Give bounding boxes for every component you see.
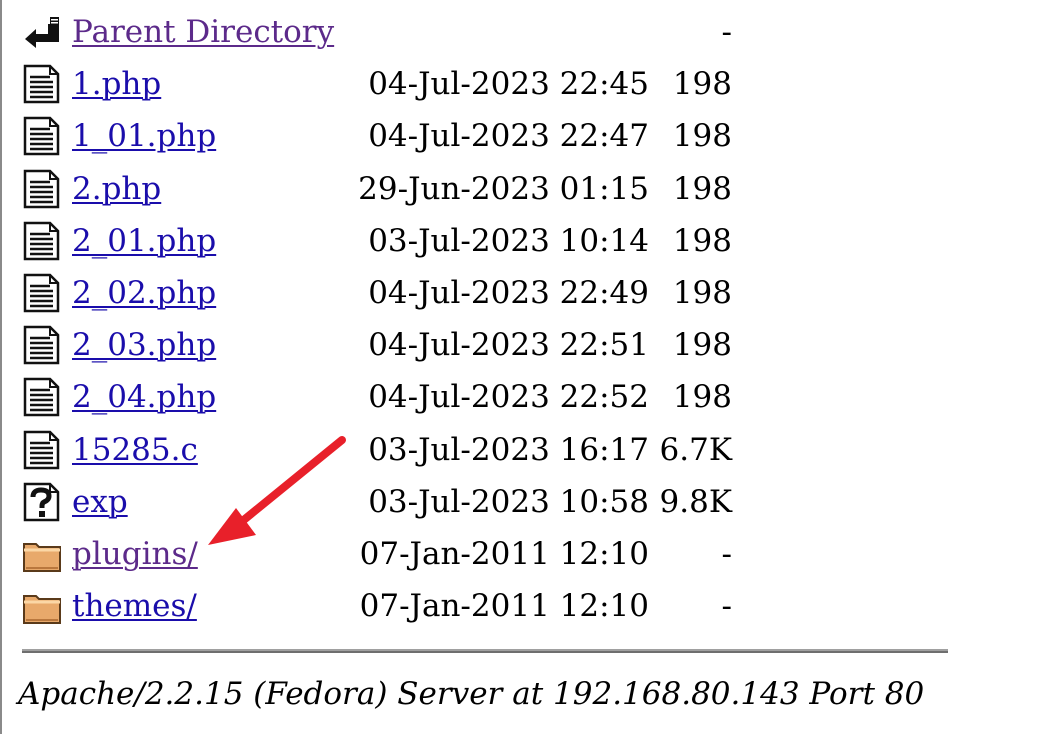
file-row: 2_02.php 04-Jul-2023 22:49 198: [22, 267, 762, 319]
file-row: 2_03.php 04-Jul-2023 22:51 198: [22, 319, 762, 371]
file-date: 04-Jul-2023 22:52: [368, 379, 649, 416]
file-link[interactable]: 1.php: [72, 64, 161, 104]
file-date: 04-Jul-2023 22:51: [368, 327, 649, 364]
folder-row: themes/ 07-Jan-2011 12:10 -: [22, 580, 762, 632]
file-row: 2_01.php 03-Jul-2023 10:14 198: [22, 215, 762, 267]
parent-directory-row: Parent Directory -: [22, 6, 762, 58]
file-size: 198: [672, 379, 732, 416]
text-file-icon: [22, 64, 62, 104]
file-link[interactable]: 2_03.php: [72, 325, 216, 365]
directory-listing: Parent Directory - 1.php 04-Jul-2023 22:…: [22, 6, 762, 632]
file-size: 198: [672, 274, 732, 311]
file-size: 6.7K: [659, 431, 732, 468]
folder-link[interactable]: plugins/: [72, 534, 198, 574]
text-file-icon: [22, 221, 62, 261]
file-size: 9.8K: [659, 483, 732, 520]
file-date: 04-Jul-2023 22:45: [368, 66, 649, 103]
file-link[interactable]: 2_04.php: [72, 377, 216, 417]
text-file-icon: [22, 377, 62, 417]
text-file-icon: [22, 273, 62, 313]
folder-link[interactable]: themes/: [72, 586, 197, 626]
file-link[interactable]: 15285.c: [72, 430, 198, 470]
folder-icon: [22, 586, 62, 626]
back-arrow-icon: [22, 12, 62, 52]
text-file-icon: [22, 116, 62, 156]
file-size: -: [721, 535, 732, 572]
file-size: 198: [672, 66, 732, 103]
file-date: 07-Jan-2011 12:10: [359, 535, 649, 572]
file-date: 03-Jul-2023 10:58: [368, 483, 649, 520]
unknown-file-icon: [22, 482, 62, 522]
file-row: 1_01.php 04-Jul-2023 22:47 198: [22, 110, 762, 162]
text-file-icon: [22, 430, 62, 470]
text-file-icon: [22, 325, 62, 365]
file-date: 04-Jul-2023 22:47: [368, 118, 649, 155]
file-link[interactable]: 2_02.php: [72, 273, 216, 313]
parent-directory-link[interactable]: Parent Directory: [72, 12, 334, 52]
folder-row: plugins/ 07-Jan-2011 12:10 -: [22, 528, 762, 580]
file-size: 198: [672, 327, 732, 364]
file-date: 03-Jul-2023 16:17: [368, 431, 649, 468]
folder-icon: [22, 534, 62, 574]
file-size: 198: [672, 118, 732, 155]
file-link[interactable]: 1_01.php: [72, 116, 216, 156]
file-link[interactable]: 2_01.php: [72, 221, 216, 261]
file-link[interactable]: 2.php: [72, 169, 161, 209]
file-link[interactable]: exp: [72, 482, 128, 522]
file-size: 198: [672, 170, 732, 207]
file-row: 15285.c 03-Jul-2023 16:17 6.7K: [22, 424, 762, 476]
file-date: 04-Jul-2023 22:49: [368, 274, 649, 311]
file-row: 2.php 29-Jun-2023 01:15 198: [22, 163, 762, 215]
text-file-icon: [22, 169, 62, 209]
file-size: 198: [672, 222, 732, 259]
horizontal-rule: [22, 649, 948, 653]
file-row: 2_04.php 04-Jul-2023 22:52 198: [22, 371, 762, 423]
file-row: exp 03-Jul-2023 10:58 9.8K: [22, 476, 762, 528]
file-size: -: [721, 588, 732, 625]
file-date: 07-Jan-2011 12:10: [359, 588, 649, 625]
file-date: 29-Jun-2023 01:15: [358, 170, 649, 207]
server-signature: Apache/2.2.15 (Fedora) Server at 192.168…: [18, 676, 925, 712]
file-date: 03-Jul-2023 10:14: [368, 222, 649, 259]
window-left-border: [0, 0, 2, 734]
file-row: 1.php 04-Jul-2023 22:45 198: [22, 58, 762, 110]
file-size: -: [721, 14, 732, 50]
